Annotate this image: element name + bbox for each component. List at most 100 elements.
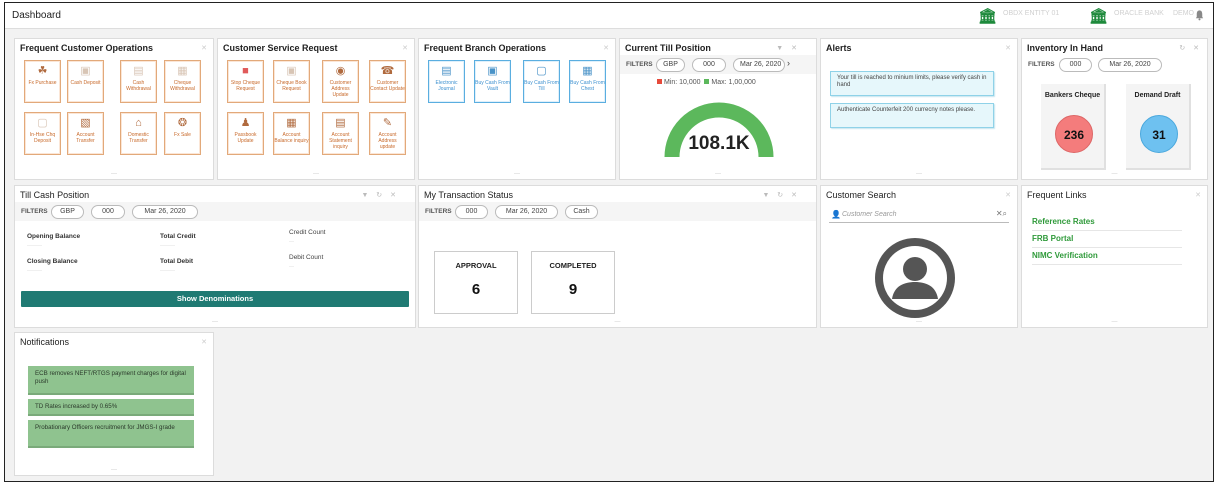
widget-footer: — bbox=[614, 319, 621, 325]
tile-buy-cash-from-vault[interactable]: ▣ Buy Cash From Vault bbox=[474, 60, 511, 103]
close-icon[interactable]: ✕ bbox=[1005, 44, 1011, 52]
alerts-widget: Alerts ✕ Your till is reached to minium … bbox=[820, 38, 1018, 180]
opening-balance-label: Opening Balance bbox=[27, 233, 81, 240]
branch-filter[interactable]: 000 bbox=[91, 205, 125, 219]
tile-account-statement-inquiry[interactable]: ▤ Account Statement inquiry bbox=[322, 112, 359, 155]
tile-electronic-journal[interactable]: ▤ Electronic Journal bbox=[428, 60, 465, 103]
currency-filter[interactable]: GBP bbox=[51, 205, 84, 219]
tile-in-hse-chq-deposit[interactable]: ▢ In-Hse Chq Deposit bbox=[24, 112, 61, 155]
currency-filter[interactable]: GBP bbox=[656, 58, 685, 72]
tile-customer-address-update[interactable]: ◉ Customer Address Update bbox=[322, 60, 359, 103]
bank-building-icon[interactable]: 🏛 bbox=[1089, 7, 1108, 25]
cheque-icon: ▦ bbox=[177, 65, 188, 77]
tile-account-transfer[interactable]: ▧ Account Transfer bbox=[67, 112, 104, 155]
refresh-icon[interactable]: ↻ ✕ bbox=[1179, 44, 1202, 52]
tile-fx-purchase[interactable]: ☘ Fx Purchase bbox=[24, 60, 61, 103]
customer-search-input[interactable]: 👤 Customer Search ✕⌕ bbox=[829, 208, 1009, 223]
tile-fx-sale[interactable]: ❂ Fx Sale bbox=[164, 112, 201, 155]
alert-item[interactable]: Your till is reached to minium limits, p… bbox=[830, 71, 994, 96]
date-filter[interactable]: Mar 26, 2020 bbox=[495, 205, 558, 219]
filters-bar: FILTERS 000 Mar 26, 2020 Cash bbox=[419, 202, 816, 221]
closing-balance-value: ——— bbox=[27, 268, 42, 274]
filter-icon[interactable]: ▼ ↻ ✕ bbox=[762, 191, 800, 199]
close-icon[interactable]: ✕ bbox=[201, 338, 207, 346]
tile-domestic-transfer[interactable]: ⌂ Domestic Transfer bbox=[120, 112, 157, 155]
min-legend-swatch bbox=[657, 79, 662, 84]
journal-icon: ▤ bbox=[441, 65, 452, 77]
link-nimc-verification[interactable]: NIMC Verification bbox=[1032, 248, 1182, 265]
notification-item[interactable]: ECB removes NEFT/RTGS payment charges fo… bbox=[28, 366, 194, 395]
card-count-badge: 236 bbox=[1055, 115, 1093, 153]
bank-building-icon[interactable]: 🏛 bbox=[978, 7, 997, 25]
bell-icon[interactable] bbox=[1194, 9, 1205, 21]
widget-footer: — bbox=[715, 171, 721, 177]
widget-footer: — bbox=[916, 171, 922, 177]
tile-customer-contact-update[interactable]: ☎ Customer Contact Update bbox=[369, 60, 406, 103]
filters-label: FILTERS bbox=[425, 208, 452, 215]
filters-bar: FILTERS GBP 000 Mar 26, 2020 bbox=[15, 202, 415, 221]
branch-filter[interactable]: 000 bbox=[455, 205, 488, 219]
close-icon[interactable]: ✕ bbox=[1005, 191, 1011, 199]
demand-draft-card[interactable]: Demand Draft 31 bbox=[1126, 84, 1191, 170]
total-debit-value: ——— bbox=[160, 268, 175, 274]
link-reference-rates[interactable]: Reference Rates bbox=[1032, 214, 1182, 231]
completed-stat-card[interactable]: COMPLETED 9 bbox=[531, 251, 615, 314]
vault-icon: ▣ bbox=[487, 65, 498, 77]
gauge-value: 108.1K bbox=[688, 133, 750, 154]
branch-filter[interactable]: 000 bbox=[692, 58, 726, 72]
tile-buy-cash-from-till[interactable]: ▢ Buy Cash From Till bbox=[523, 60, 560, 103]
notification-item[interactable]: Probationary Officers recruitment for JM… bbox=[28, 420, 194, 448]
frequent-links-widget: Frequent Links ✕ Reference Rates FRB Por… bbox=[1021, 185, 1208, 328]
bank-name[interactable]: ORACLE BANK bbox=[1114, 10, 1164, 17]
user-name[interactable]: DEMO bbox=[1173, 10, 1194, 17]
tile-cash-withdrawal[interactable]: ▤ Cash Withdrawal bbox=[120, 60, 157, 103]
link-frb-portal[interactable]: FRB Portal bbox=[1032, 231, 1182, 248]
bankers-cheque-card[interactable]: Bankers Cheque 236 bbox=[1041, 84, 1106, 170]
bank-icon: ⌂ bbox=[135, 117, 142, 129]
opening-balance-value: ——— bbox=[27, 243, 42, 249]
chevron-right-icon[interactable]: › bbox=[787, 58, 790, 68]
tile-stop-cheque-request[interactable]: ■ Stop Cheque Request bbox=[227, 60, 264, 103]
cheque-deposit-icon: ▢ bbox=[37, 117, 48, 129]
date-filter[interactable]: Mar 26, 2020 bbox=[132, 205, 198, 219]
tile-cheque-book-request[interactable]: ▣ Cheque Book Request bbox=[273, 60, 310, 103]
max-label: Max: 1,00,000 bbox=[711, 79, 756, 86]
top-bar: Dashboard 🏛 OBDX ENTITY 01 🏛 ORACLE BANK… bbox=[5, 3, 1213, 29]
transaction-type-filter[interactable]: Cash bbox=[565, 205, 598, 219]
notification-item[interactable]: TD Rates increased by 0.65% bbox=[28, 399, 194, 416]
filters-label: FILTERS bbox=[626, 61, 653, 68]
entity-name[interactable]: OBDX ENTITY 01 bbox=[1003, 10, 1059, 17]
show-denominations-button[interactable]: Show Denominations bbox=[21, 291, 409, 307]
stat-label: APPROVAL bbox=[455, 261, 497, 270]
tile-account-balance-inquiry[interactable]: ▦ Account Balance inquiry bbox=[273, 112, 310, 155]
card-count-badge: 31 bbox=[1140, 115, 1178, 153]
alert-item[interactable]: Authenticate Counterfeit 200 currecny no… bbox=[830, 103, 994, 128]
date-filter[interactable]: Mar 26, 2020 bbox=[733, 58, 785, 72]
tile-account-address-update[interactable]: ✎ Account Address update bbox=[369, 112, 406, 155]
close-icon[interactable]: ✕ bbox=[201, 44, 207, 52]
widget-title: Alerts bbox=[826, 43, 852, 53]
approval-stat-card[interactable]: APPROVAL 6 bbox=[434, 251, 518, 314]
credit-count-label: Credit Count bbox=[289, 229, 326, 236]
close-icon[interactable]: ✕ bbox=[402, 44, 408, 52]
filter-icon[interactable]: ▼ ✕ bbox=[776, 44, 800, 52]
max-legend-swatch bbox=[704, 79, 710, 84]
chest-icon: ▦ bbox=[582, 65, 593, 77]
tile-passbook-update[interactable]: ♟ Passbook Update bbox=[227, 112, 264, 155]
branch-filter[interactable]: 000 bbox=[1059, 58, 1092, 72]
close-icon[interactable]: ✕ bbox=[1195, 191, 1201, 199]
close-icon[interactable]: ✕ bbox=[603, 44, 609, 52]
location-icon: ◉ bbox=[335, 65, 346, 77]
tile-cash-deposit[interactable]: ▣ Cash Deposit bbox=[67, 60, 104, 103]
date-filter[interactable]: Mar 26, 2020 bbox=[1098, 58, 1162, 72]
customer-avatar-icon bbox=[875, 238, 955, 318]
tile-cheque-withdrawal[interactable]: ▦ Cheque Withdrawal bbox=[164, 60, 201, 103]
clear-search-icon[interactable]: ✕⌕ bbox=[996, 209, 1007, 219]
tile-buy-cash-from-chest[interactable]: ▦ Buy Cash From Chest bbox=[569, 60, 606, 103]
cheque-book-icon: ▣ bbox=[286, 65, 297, 77]
total-credit-value: ——— bbox=[160, 243, 175, 249]
filter-icon[interactable]: ▼ ↻ ✕ bbox=[361, 191, 399, 199]
widget-title: Frequent Links bbox=[1027, 190, 1087, 200]
stat-label: COMPLETED bbox=[549, 261, 597, 270]
filters-label: FILTERS bbox=[1028, 61, 1055, 68]
